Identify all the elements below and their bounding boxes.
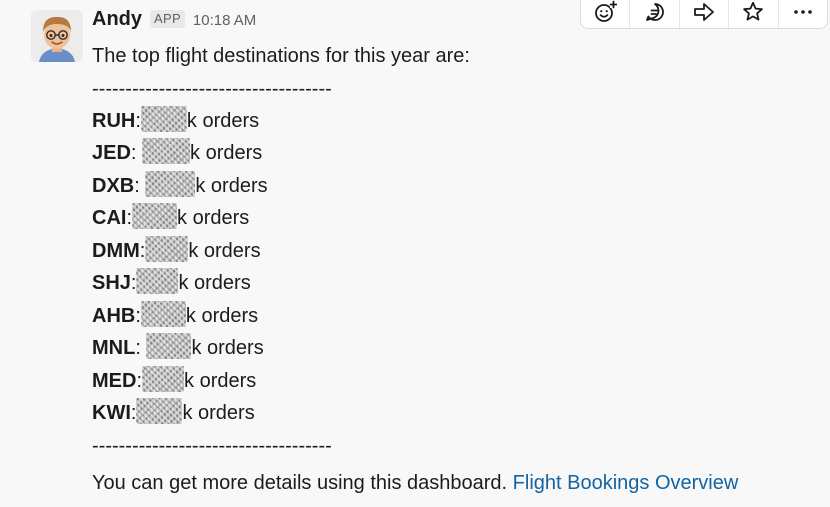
redacted-value (140, 300, 186, 327)
divider-bottom: ------------------------------------ (92, 434, 332, 457)
orders-suffix: k orders (191, 337, 264, 359)
orders-suffix: k orders (178, 272, 251, 294)
memoji-avatar-icon (31, 10, 83, 62)
destination-code: AHB (92, 304, 136, 327)
redacted-value (145, 235, 189, 262)
destination-row: AHB: k orders (92, 300, 812, 333)
destination-row: MED: k orders (92, 365, 812, 398)
destination-code: KWI (92, 402, 131, 424)
redacted-value (136, 268, 179, 294)
redacted-value (132, 203, 178, 229)
destination-row: DMM: k orders (92, 235, 812, 268)
destination-row: DXB: k orders (92, 170, 812, 203)
orders-suffix: k orders (195, 174, 268, 197)
avatar[interactable] (31, 10, 83, 62)
divider-top: ------------------------------------ (92, 77, 332, 100)
orders-suffix: k orders (177, 207, 250, 229)
save-message-button[interactable] (729, 0, 779, 28)
more-actions-icon (794, 9, 812, 14)
add-reaction-icon (595, 0, 618, 22)
message-header: Andy APP 10:18 AM (92, 8, 256, 38)
add-reaction-button[interactable] (581, 0, 631, 28)
app-badge: APP (150, 10, 185, 28)
orders-suffix: k orders (186, 109, 260, 132)
redacted-value (136, 398, 183, 424)
destination-code: DMM (92, 239, 140, 262)
chat-message: Andy APP 10:18 AM The top flight destina… (0, 0, 830, 507)
destination-separator: : (130, 142, 143, 164)
reply-in-thread-icon (645, 2, 664, 21)
orders-suffix: k orders (182, 402, 255, 424)
destination-row: MNL: k orders (92, 332, 812, 365)
intro-text: The top flight destinations for this yea… (92, 45, 470, 67)
redacted-value (145, 170, 196, 197)
save-star-icon (743, 1, 764, 20)
orders-suffix: k orders (188, 239, 261, 262)
more-actions-button[interactable] (779, 0, 827, 28)
redacted-value (142, 138, 191, 164)
dashboard-link[interactable]: Flight Bookings Overview (513, 472, 739, 494)
share-message-icon (694, 2, 714, 21)
destination-row: JED: k orders (92, 137, 812, 170)
orders-suffix: k orders (185, 304, 259, 327)
destination-separator: : (134, 174, 146, 197)
footer-line: You can get more details using this dash… (92, 472, 738, 495)
destination-code: MNL (92, 337, 136, 359)
destination-code: SHJ (92, 272, 131, 294)
destination-row: RUH: k orders (92, 105, 812, 138)
redacted-value (142, 365, 185, 392)
destination-row: KWI: k orders (92, 397, 812, 430)
orders-suffix: k orders (184, 369, 257, 392)
destination-row: SHJ: k orders (92, 267, 812, 300)
destination-code: MED (92, 369, 137, 392)
orders-suffix: k orders (190, 142, 263, 164)
destination-separator: : (135, 337, 147, 359)
message-timestamp[interactable]: 10:18 AM (193, 12, 256, 29)
reply-in-thread-button[interactable] (630, 0, 680, 28)
redacted-value (140, 105, 187, 132)
destination-code: RUH (92, 109, 136, 132)
destination-code: DXB (92, 174, 135, 197)
destination-code: JED (92, 142, 131, 164)
footer-text: You can get more details using this dash… (92, 472, 513, 494)
message-actions-toolbar (580, 0, 828, 29)
message-body: The top flight destinations for this yea… (92, 40, 812, 462)
share-message-button[interactable] (680, 0, 730, 28)
destination-code: CAI (92, 207, 127, 229)
author-name[interactable]: Andy (92, 8, 142, 31)
redacted-value (146, 333, 192, 359)
destination-row: CAI: k orders (92, 202, 812, 235)
